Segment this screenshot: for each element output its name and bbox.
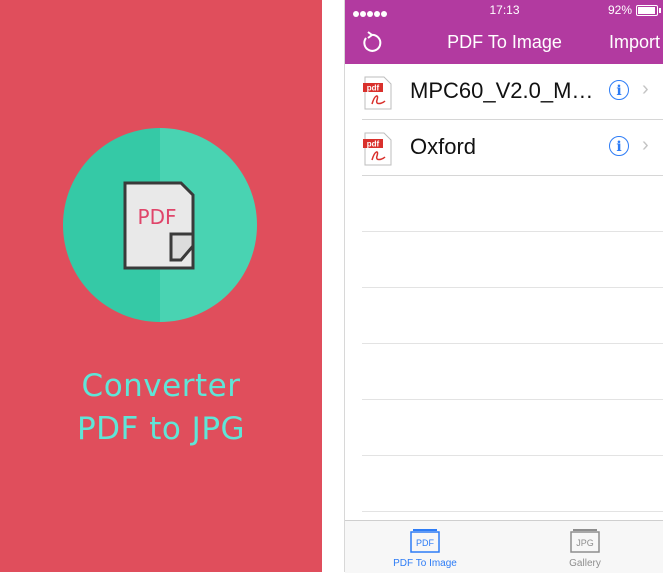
divider [322, 0, 344, 572]
pdf-tab-icon-text: PDF [416, 538, 435, 548]
info-icon[interactable]: i [609, 136, 629, 156]
pdf-badge-text: pdf [367, 140, 380, 149]
empty-row [345, 232, 663, 288]
pdf-tab-icon: PDF [410, 529, 440, 553]
info-icon[interactable]: i [609, 80, 629, 100]
promo-circle: PDF [63, 128, 257, 322]
empty-row [345, 288, 663, 344]
chevron-right-icon: › [642, 134, 649, 156]
pdf-document-icon: PDF [123, 181, 195, 270]
empty-row [345, 456, 663, 512]
tab-label: PDF To Image [393, 558, 457, 569]
tab-gallery[interactable]: JPG Gallery [505, 521, 663, 573]
empty-row [345, 400, 663, 456]
status-bar: 17:13 92% [345, 0, 663, 20]
promo-title-line-2: PDF to JPG [76, 411, 246, 447]
pdf-badge-text: pdf [367, 84, 380, 93]
file-row[interactable]: pdf MPC60_V2.0_Manual i › [345, 64, 663, 120]
chevron-right-icon: › [642, 78, 649, 100]
tab-bar: PDF PDF To Image JPG Gallery [345, 520, 663, 573]
file-name: Oxford [410, 134, 477, 159]
file-row[interactable]: pdf Oxford i › [345, 120, 663, 176]
import-button[interactable]: Import [609, 32, 660, 53]
battery-icon [636, 5, 661, 16]
pdf-file-icon: pdf [363, 132, 392, 166]
phone-screen: 17:13 92% PDF To Image Import pdf MPC60_… [344, 0, 663, 573]
pdf-file-icon: pdf [363, 76, 392, 110]
file-name: MPC60_V2.0_Manual [410, 78, 600, 103]
tab-label: Gallery [569, 558, 601, 569]
file-list: pdf MPC60_V2.0_Manual i › pdf Oxford i › [345, 64, 663, 512]
jpg-tab-icon-text: JPG [576, 538, 594, 548]
empty-row [345, 176, 663, 232]
promo-title-line-1: Converter [81, 368, 241, 404]
promo-panel: PDF Converter PDF to JPG [0, 0, 322, 572]
battery-percent: 92% [607, 3, 632, 17]
jpg-tab-icon: JPG [570, 529, 600, 553]
empty-row [345, 344, 663, 400]
nav-bar: PDF To Image Import [345, 20, 663, 64]
promo-icon-text: PDF [138, 205, 177, 229]
tab-pdf-to-image[interactable]: PDF PDF To Image [345, 521, 505, 573]
